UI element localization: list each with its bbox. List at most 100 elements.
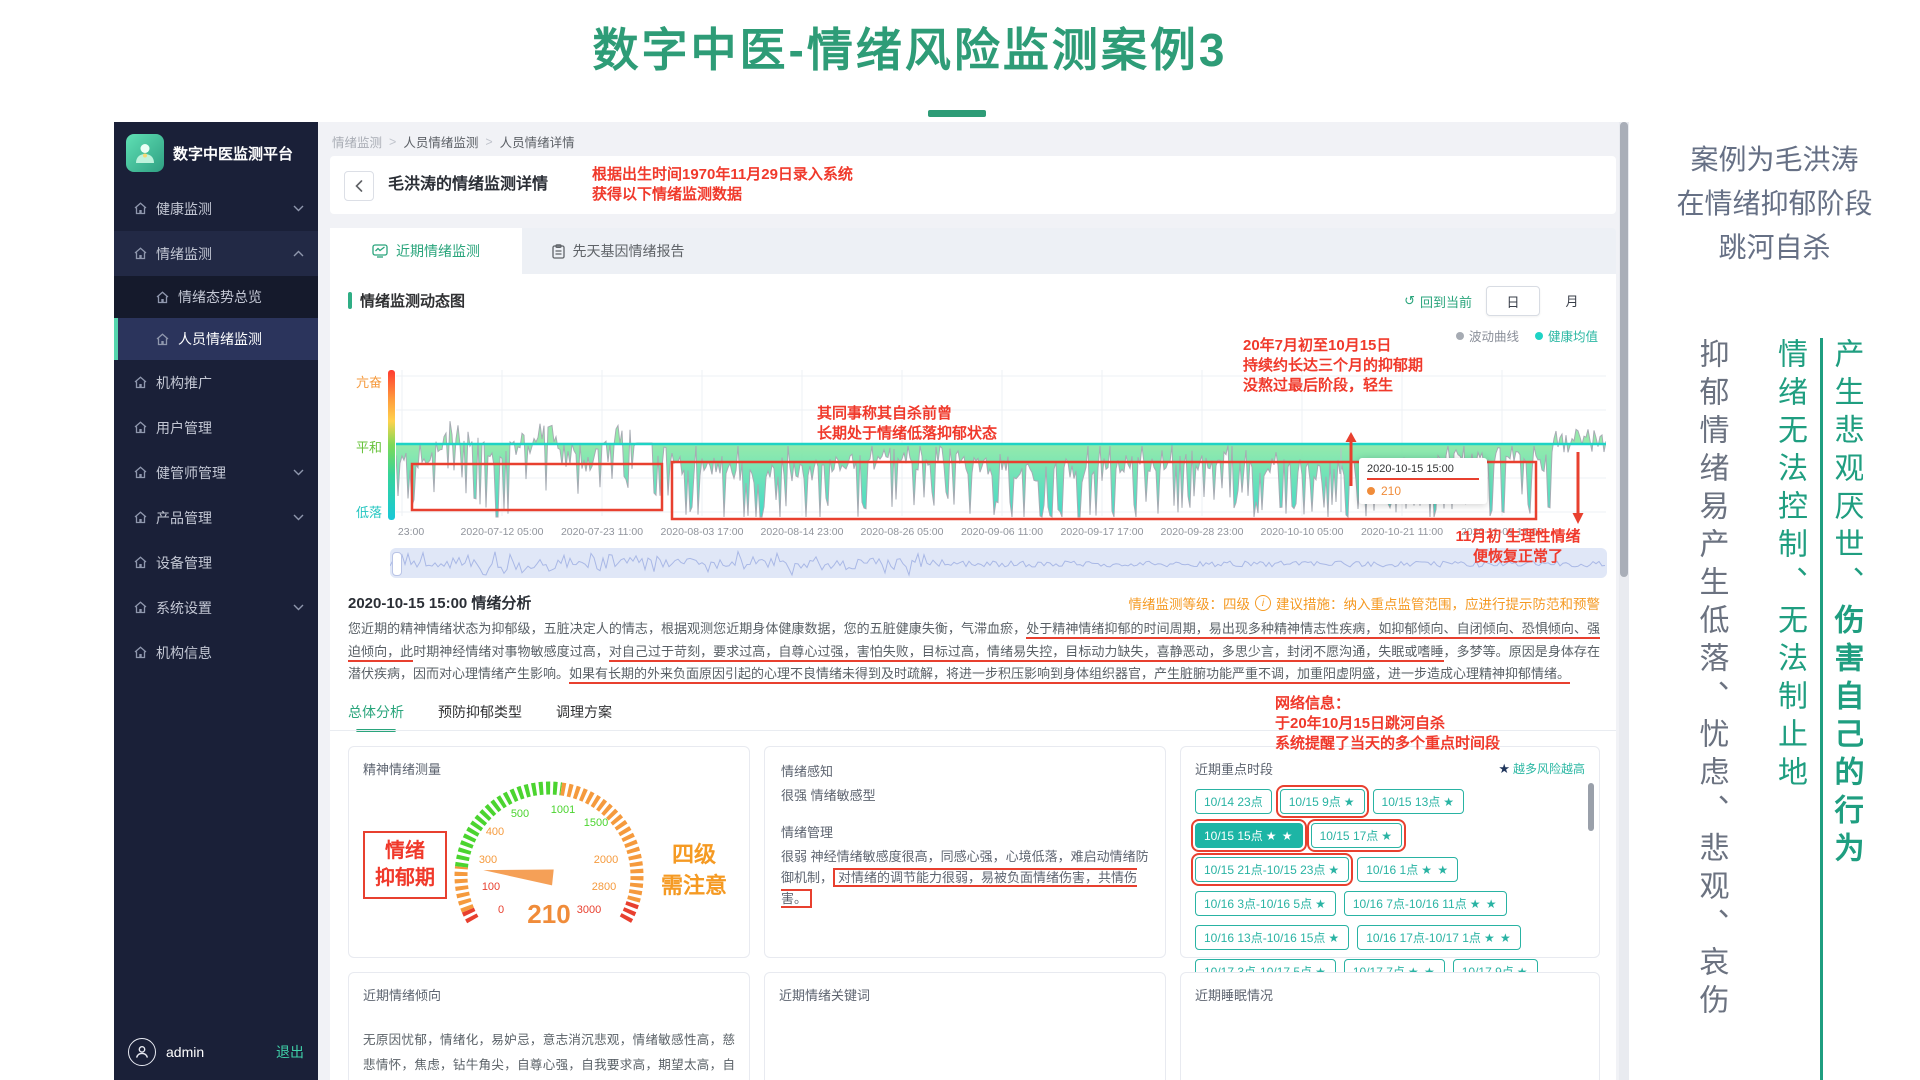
period-tag[interactable]: 10/15 9点 ★: [1275, 785, 1369, 818]
sidebar-item-机构信息[interactable]: 机构信息: [114, 630, 318, 675]
x-axis-tick: 2020-08-14 23:00: [760, 526, 844, 538]
gauge-tick-label: 0: [498, 904, 504, 916]
keywords-card: 近期情绪关键词 自我 思考 依赖: [764, 972, 1166, 1080]
navigator-handle[interactable]: [392, 552, 402, 576]
range-button-月[interactable]: 月: [1546, 286, 1598, 314]
main-scrollbar[interactable]: [1619, 122, 1629, 1080]
cards-row-2: 近期情绪倾向 无原因忧郁，情绪化，易妒忌，意志消沉悲观，情绪敏感性高，慈悲情怀，…: [348, 972, 1600, 1080]
x-axis-tick: -30 23:00: [396, 526, 425, 538]
period-tag[interactable]: 10/15 21点-10/15 23点 ★: [1190, 853, 1354, 886]
sidebar-item-label: 机构推广: [156, 374, 212, 391]
management-title: 情绪管理: [781, 825, 834, 840]
star-icon: ★ ★: [1483, 931, 1512, 945]
chart-controls: ↺ 回到当前 日月: [1404, 286, 1598, 316]
period-tag[interactable]: 10/14 23点: [1195, 789, 1272, 814]
tab-近期情绪监测[interactable]: 近期情绪监测: [330, 228, 522, 274]
sidebar-item-label: 用户管理: [156, 419, 212, 436]
vertical-annotations: 抑郁情绪易产生低落、忧虑、悲观、哀伤 情绪无法控制、无法制止地 产生悲观厌世、伤…: [1693, 338, 1863, 1080]
chevron-up-icon: [293, 250, 304, 257]
period-tag[interactable]: 10/16 13点-10/16 15点 ★: [1195, 925, 1350, 950]
breadcrumb-item[interactable]: 情绪监测: [332, 132, 382, 151]
annotation-depression-period: 20年7月初至10月15日 持续约长达三个月的抑郁期 没熬过最后阶段，轻生: [1243, 337, 1424, 394]
avatar-icon: [128, 1038, 156, 1066]
period-tag[interactable]: 10/16 7点-10/16 11点 ★ ★: [1343, 891, 1507, 916]
birth-note-annotation: 根据出生时间1970年11月29日录入系统 获得以下情绪监测数据: [592, 166, 853, 203]
gauge-tick-label: 500: [511, 808, 529, 820]
perception-title: 情绪感知: [781, 764, 834, 779]
star-icon: ★ ★: [1265, 829, 1294, 843]
sidebar-item-产品管理[interactable]: 产品管理: [114, 495, 318, 540]
page: 数字中医-情绪风险监测案例3 数字中医监测平台 健康监测 情绪监测 情绪态势总览 人员…: [0, 0, 1920, 1080]
period-tag[interactable]: 10/16 17点-10/17 1点 ★ ★: [1357, 925, 1521, 950]
chevron-down-icon: [293, 514, 304, 521]
star-icon: ★: [1443, 795, 1456, 809]
title-underline: [928, 110, 986, 117]
star-icon: ★: [1343, 795, 1356, 809]
period-tag[interactable]: 10/15 17点 ★: [1306, 819, 1407, 852]
arrow-up-icon: [1345, 432, 1357, 486]
period-tag[interactable]: 10/15 15点 ★ ★: [1191, 819, 1307, 852]
key-periods-title: 近期重点时段: [1195, 762, 1274, 777]
current-user: admin: [166, 1044, 205, 1060]
breadcrumb-item[interactable]: 人员情绪监测: [403, 132, 478, 151]
x-axis-tick: 2020-08-26 05:00: [860, 526, 944, 538]
section-accent-bar: [348, 292, 352, 309]
breadcrumb-item: 人员情绪详情: [499, 136, 575, 150]
section-header: 情绪监测动态图: [348, 290, 465, 311]
back-to-current-button[interactable]: ↺ 回到当前: [1404, 292, 1472, 311]
sidebar-item-label: 情绪态势总览: [178, 289, 262, 305]
sleep-card: 近期睡眠情况: [1180, 972, 1600, 1080]
analysis-text-underlined: 对自己过于苛刻，要求过高，自尊心过强，害怕失败，目标过高，情绪易失控，目标动力缺…: [608, 643, 1444, 662]
vertical-note-teal-1: 情绪无法控制、无法制止地: [1773, 338, 1806, 794]
vertical-note-gray: 抑郁情绪易产生低落、忧虑、悲观、哀伤: [1694, 338, 1728, 1022]
sidebar-item-机构推广[interactable]: 机构推广: [114, 360, 318, 405]
sub-tab-调理方案[interactable]: 调理方案: [556, 702, 612, 732]
tendency-text: 无原因忧郁，情绪化，易妒忌，意志消沉悲观，情绪敏感性高，慈悲情怀，焦虑，钻牛角尖…: [363, 1028, 735, 1080]
star-icon: ★: [1315, 897, 1327, 911]
sidebar-item-情绪态势总览[interactable]: 情绪态势总览: [114, 276, 318, 318]
management-value: 很弱 神经情绪敏感度很高，同感心强，心境低落，难启动情绪防御机制， 对情绪的调节能…: [781, 849, 1149, 908]
sidebar-item-系统设置[interactable]: 系统设置: [114, 585, 318, 630]
analysis-text-underlined: 如果有长期的外来负面原因引起的心理不良情绪未得到及时疏解，将进一步积压影响到身体…: [569, 666, 1571, 684]
key-periods-card: 近期重点时段 ★ 越多风险越高 10/14 23点 10/15 9点 ★ 10/15 …: [1180, 746, 1600, 1018]
sub-tab-总体分析[interactable]: 总体分析: [348, 702, 404, 732]
sidebar-item-情绪监测[interactable]: 情绪监测: [114, 231, 318, 276]
gauge-tick-label: 2000: [594, 854, 618, 866]
sidebar-item-用户管理[interactable]: 用户管理: [114, 405, 318, 450]
period-tag[interactable]: 10/16 3点-10/16 5点 ★: [1195, 891, 1336, 916]
sleep-title: 近期睡眠情况: [1195, 988, 1274, 1003]
gauge-tick-label: 1500: [584, 817, 608, 829]
annotation-net-info: 网络信息： 于20年10月15日跳河自杀 系统提醒了当天的多个重点时间段: [1275, 695, 1501, 752]
sidebar-item-label: 设备管理: [156, 554, 212, 571]
sidebar-brand: 数字中医监测平台: [114, 122, 318, 184]
period-tag[interactable]: 10/16 1点 ★ ★: [1357, 857, 1459, 882]
sidebar-item-健管师管理[interactable]: 健管师管理: [114, 450, 318, 495]
sidebar-item-label: 产品管理: [156, 509, 212, 526]
legend-item-健康均值[interactable]: 健康均值: [1534, 326, 1598, 345]
chart-navigator[interactable]: [390, 548, 1607, 578]
main-scrollbar-thumb[interactable]: [1620, 122, 1628, 577]
period-tag[interactable]: 10/15 13点 ★: [1372, 789, 1465, 814]
sidebar-item-label: 健管师管理: [156, 464, 226, 481]
analysis-paragraph: 您近期的精神情绪状态为抑郁级，五脏决定人的情志，根据观测您近期身体健康数据，您的…: [348, 618, 1600, 686]
tooltip-value: 210: [1381, 484, 1402, 498]
sidebar-menu: 健康监测 情绪监测情绪态势总览人员情绪监测机构推广用户管理健管师管理产品管理设备管…: [114, 184, 318, 1024]
back-button[interactable]: [344, 171, 374, 201]
range-button-日[interactable]: 日: [1486, 286, 1540, 316]
star-icon: ★ ★: [1421, 863, 1450, 877]
card-scrollbar-thumb[interactable]: [1588, 783, 1594, 831]
right-annotation-panel: 案例为毛洪涛 在情绪抑郁阶段 跳河自杀 抑郁情绪易产生低落、忧虑、悲观、哀伤 情绪无…: [1629, 0, 1920, 1080]
grade-label: 四级 需注意: [660, 842, 727, 898]
sidebar-item-设备管理[interactable]: 设备管理: [114, 540, 318, 585]
sidebar-item-人员情绪监测[interactable]: 人员情绪监测: [114, 318, 318, 360]
tendency-segment: 无原因忧郁，情绪化，易妒忌，意志消沉悲观，情绪敏感性高，慈悲情怀，焦虑，钻牛角尖…: [363, 1033, 735, 1072]
analysis-text: 时期神经情绪对事物敏感度过高，: [413, 643, 609, 659]
sidebar-item-健康监测[interactable]: 健康监测: [114, 186, 318, 231]
logout-button[interactable]: 退出: [276, 1042, 304, 1062]
tab-label: 近期情绪监测: [396, 243, 480, 259]
legend-item-波动曲线[interactable]: 波动曲线: [1455, 326, 1519, 345]
page-title: 数字中医-情绪风险监测案例3: [592, 24, 1228, 76]
gauge-tick-label: 100: [482, 881, 500, 893]
tab-先天基因情绪报告[interactable]: 先天基因情绪报告: [522, 228, 714, 274]
sub-tab-预防抑郁类型[interactable]: 预防抑郁类型: [438, 702, 522, 732]
